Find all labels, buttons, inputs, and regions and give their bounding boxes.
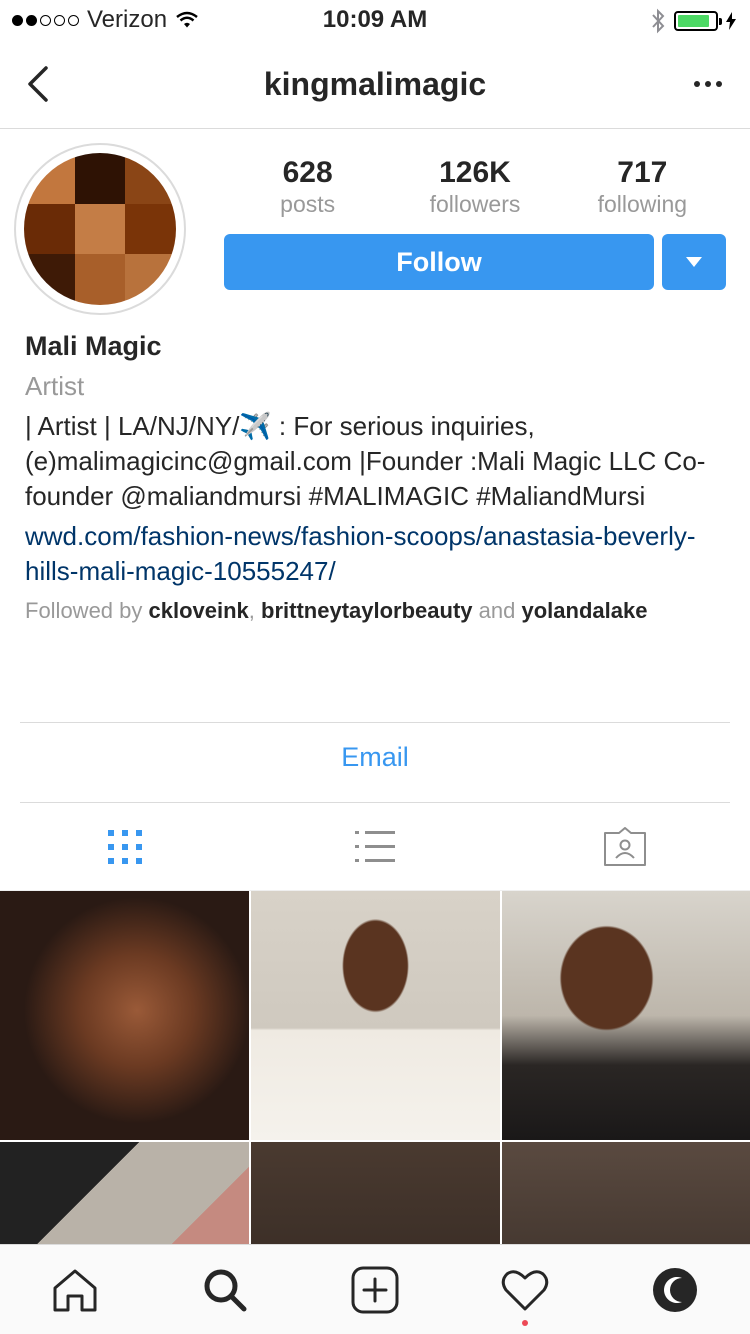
tab-list-view[interactable] — [250, 803, 500, 890]
followed-by-user[interactable]: brittneytaylorbeauty — [261, 598, 473, 623]
tab-profile[interactable] — [600, 1245, 750, 1334]
profile-view-tabs — [0, 803, 750, 891]
followed-by[interactable]: Followed by ckloveink, brittneytaylorbea… — [25, 597, 735, 625]
followed-by-user[interactable]: ckloveink — [149, 598, 249, 623]
grid-view-icon — [108, 829, 142, 864]
avatar[interactable] — [14, 143, 186, 315]
bottom-tab-bar — [0, 1244, 750, 1334]
tab-search[interactable] — [150, 1245, 300, 1334]
notification-dot — [522, 1320, 528, 1326]
stat-count: 717 — [617, 156, 668, 189]
profile-picture — [24, 153, 176, 305]
tab-add-post[interactable] — [300, 1245, 450, 1334]
followed-by-prefix: Followed by — [25, 598, 143, 623]
heart-icon — [501, 1269, 549, 1310]
tab-home[interactable] — [0, 1245, 150, 1334]
divider — [20, 722, 730, 723]
status-bar: Verizon 10:09 AM — [0, 0, 750, 40]
stat-label: following — [597, 191, 688, 217]
tab-tagged[interactable] — [500, 803, 750, 890]
search-icon — [204, 1269, 247, 1311]
bio-text: | Artist | LA/NJ/NY/✈️ : For serious inq… — [25, 411, 706, 511]
chevron-down-icon — [686, 257, 702, 267]
category-label: Artist — [25, 371, 85, 401]
suggested-accounts-button[interactable] — [662, 234, 726, 290]
bio-link[interactable]: wwd.com/fashion-news/fashion-scoops/anas… — [25, 519, 735, 589]
profile-stats: 628 posts 126K followers 717 following — [224, 156, 726, 218]
followed-by-and: and — [478, 598, 516, 623]
bluetooth-icon — [652, 8, 665, 34]
stat-label: posts — [280, 191, 336, 217]
stat-count: 628 — [282, 156, 333, 189]
profile-bio: Mali Magic Artist | Artist | LA/NJ/NY/✈️… — [25, 328, 735, 625]
post-thumbnail[interactable] — [251, 891, 500, 1140]
status-right — [650, 8, 736, 34]
add-post-icon — [351, 1266, 399, 1313]
stat-count: 126K — [439, 156, 511, 189]
stat-label: followers — [429, 191, 521, 217]
battery-icon — [674, 11, 722, 31]
post-thumbnail[interactable] — [0, 891, 249, 1140]
battery-level — [678, 15, 709, 27]
tagged-photos-icon — [604, 826, 646, 866]
stat-posts[interactable]: 628 posts — [224, 156, 391, 218]
tab-grid-view[interactable] — [0, 803, 250, 890]
more-horizontal-icon — [694, 81, 700, 87]
follow-button[interactable]: Follow — [224, 234, 654, 290]
followed-by-user[interactable]: yolandalake — [522, 598, 648, 623]
stat-followers[interactable]: 126K followers — [391, 156, 558, 218]
status-time: 10:09 AM — [322, 6, 428, 33]
charging-icon — [726, 12, 736, 30]
more-options-button[interactable] — [686, 66, 730, 102]
tab-activity[interactable] — [450, 1245, 600, 1334]
username-title: kingmalimagic — [263, 66, 487, 102]
post-thumbnail[interactable] — [502, 891, 750, 1140]
home-icon — [53, 1269, 97, 1311]
full-name: Mali Magic — [25, 331, 162, 361]
profile-header-bar: kingmalimagic — [0, 40, 750, 129]
profile-icon — [653, 1267, 697, 1312]
stat-following[interactable]: 717 following — [559, 156, 726, 218]
email-button[interactable]: Email — [0, 742, 750, 773]
list-view-icon — [355, 830, 395, 862]
